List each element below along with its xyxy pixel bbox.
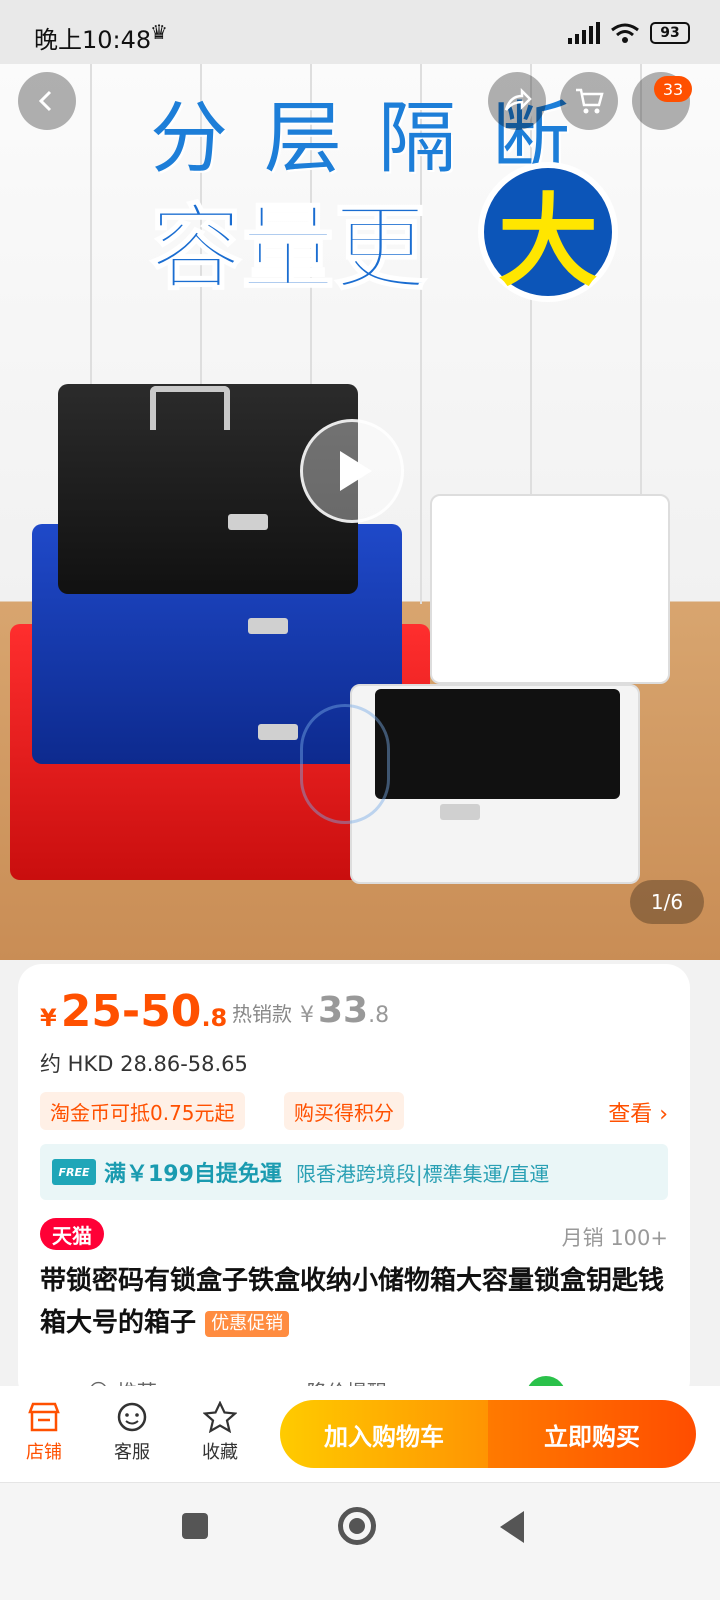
battery-level: 93 (660, 25, 680, 41)
home-button[interactable] (338, 1507, 376, 1545)
truck-icon: FREE (52, 1159, 96, 1185)
add-to-cart-button[interactable]: 加入购物车 (280, 1400, 488, 1468)
hot-sale-price: ¥ 33 .8 (300, 990, 389, 1031)
hot-sale-label: 热销款 (232, 1002, 292, 1026)
battery-icon: 93 (650, 22, 690, 44)
buy-now-button[interactable]: 立即购买 (488, 1400, 696, 1468)
crown-icon: ♛ (150, 20, 168, 44)
cart-icon (576, 88, 604, 114)
promo-tag[interactable]: 优惠促销 (205, 1310, 290, 1337)
price-currency: ¥ (40, 1004, 57, 1032)
hot-price-currency: ¥ (300, 1003, 314, 1028)
system-navigation-bar (0, 1482, 720, 1600)
white-box-lid (430, 494, 670, 684)
taojinbi-tag[interactable]: 淘金币可抵0.75元起 (40, 1092, 245, 1130)
product-title-text: 带锁密码有锁盒子铁盒收纳小储物箱大容量锁盒钥匙钱箱大号的箱子 (40, 1266, 665, 1338)
combination-lock-icon (228, 514, 268, 530)
more-button[interactable]: 33 (632, 72, 692, 130)
store-icon (14, 1396, 74, 1438)
product-title: 带锁密码有锁盒子铁盒收纳小储物箱大容量锁盒钥匙钱箱大号的箱子 优惠促销 (40, 1260, 670, 1344)
hkd-price: 约 HKD 28.86-58.65 (40, 1052, 248, 1076)
star-icon (190, 1396, 250, 1438)
watermark-logo (300, 704, 390, 824)
hero-headline-circle: 大 (478, 162, 618, 302)
back-nav-button[interactable] (500, 1511, 524, 1543)
monthly-sales: 月销 100+ (561, 1226, 668, 1250)
combination-lock-icon (440, 804, 480, 820)
favorite-label: 收藏 (202, 1442, 238, 1463)
product-info-card: ¥ 25-50 .8 热销款 ¥ 33 .8 约 HKD 28.86-58.65… (18, 964, 690, 1408)
recents-button[interactable] (182, 1513, 208, 1539)
hot-price-decimal: .8 (368, 1003, 390, 1028)
store-label: 店铺 (26, 1442, 62, 1463)
favorite-button[interactable]: 收藏 (190, 1396, 250, 1464)
price-range: 25-50 (60, 986, 202, 1037)
free-shipping-sub: 限香港跨境段|標準集運/直運 (295, 1161, 550, 1186)
status-bar: 晚上10:48 ♛ 93 (0, 0, 720, 64)
hero-headline-2: 容量更 (149, 194, 427, 303)
free-shipping-banner[interactable]: FREE 满￥199自提免運 限香港跨境段|標準集運/直運 (40, 1144, 668, 1200)
points-tag[interactable]: 购买得积分 (284, 1092, 404, 1130)
status-time: 晚上10:48 (34, 26, 152, 54)
view-more-link[interactable]: 查看 › (608, 1096, 668, 1128)
price: ¥ 25-50 .8 (40, 986, 227, 1037)
signal-icon (568, 22, 600, 44)
share-button[interactable] (488, 72, 546, 130)
wifi-icon (611, 23, 639, 43)
chevron-left-icon (38, 90, 52, 112)
box-tray (375, 689, 620, 799)
bottom-action-bar: 店铺 客服 收藏 加入购物车 立即购买 (0, 1386, 720, 1482)
free-shipping-main: 满￥199自提免運 (104, 1162, 282, 1187)
product-image[interactable]: 分层隔断 容量更 大 1/6 (0, 64, 720, 960)
customer-service-button[interactable]: 客服 (102, 1396, 162, 1464)
image-pager: 1/6 (630, 880, 704, 924)
tmall-badge: 天猫 (40, 1218, 104, 1250)
back-button[interactable] (18, 72, 76, 130)
cart-button[interactable] (560, 72, 618, 130)
play-icon (340, 451, 372, 491)
price-decimal: .8 (201, 1004, 228, 1032)
store-button[interactable]: 店铺 (14, 1396, 74, 1464)
box-handle (150, 386, 230, 430)
status-indicators: 93 (568, 22, 690, 44)
hot-price-value: 33 (318, 990, 369, 1031)
cart-count-badge: 33 (654, 76, 692, 102)
service-icon (102, 1396, 162, 1438)
service-label: 客服 (114, 1442, 150, 1463)
combination-lock-icon (248, 618, 288, 634)
share-icon (504, 88, 532, 111)
play-video-button[interactable] (300, 419, 404, 523)
combination-lock-icon (258, 724, 298, 740)
home-dot-icon (349, 1518, 365, 1534)
